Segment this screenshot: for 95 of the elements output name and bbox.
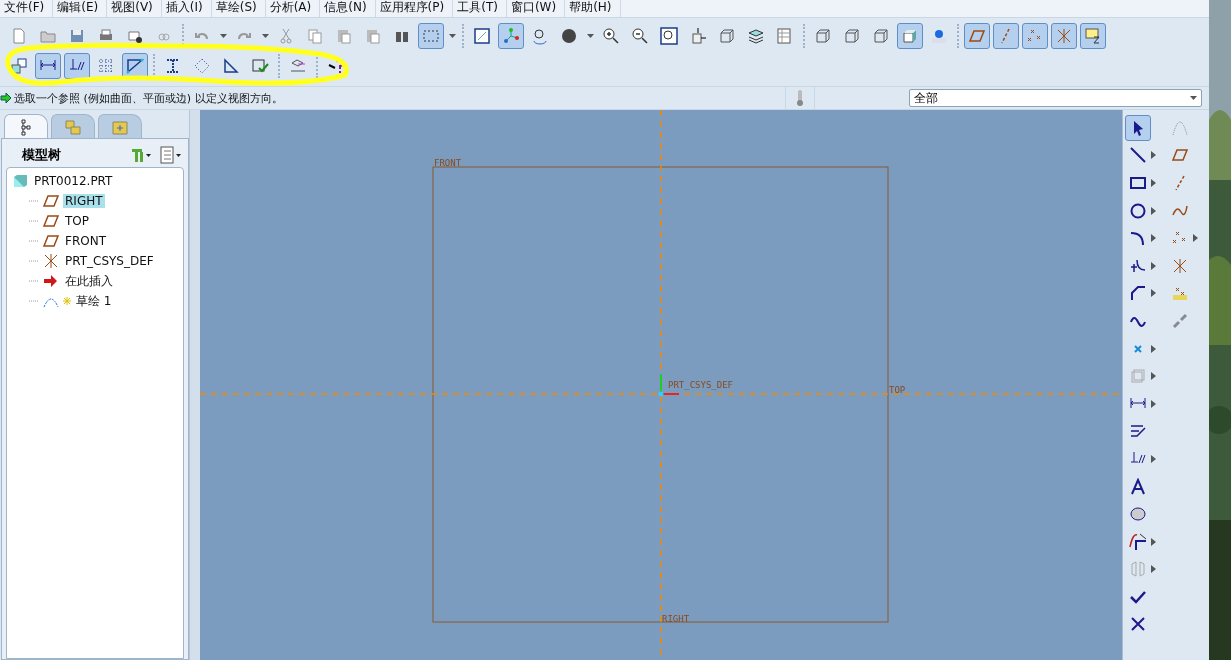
- plane-icon: [968, 27, 986, 45]
- list-icon: [160, 146, 183, 164]
- line-icon: [1129, 146, 1147, 165]
- panel-title: 模型树: [22, 146, 61, 164]
- status-message: 选取一个参照 (例如曲面、平面或边) 以定义视图方向。: [14, 90, 283, 106]
- menu-item[interactable]: 信息(N): [320, 0, 376, 17]
- tree-connector: [29, 300, 39, 302]
- tree-item[interactable]: TOP: [63, 214, 91, 228]
- coordinate-system-icon: [1055, 27, 1073, 45]
- folders-icon: [64, 117, 82, 136]
- menu-item[interactable]: 插入(I): [161, 0, 212, 17]
- menu-item[interactable]: 分析(A): [265, 0, 321, 17]
- dotted-curve-icon: [1171, 118, 1189, 137]
- menu-item[interactable]: 应用程序(P): [375, 0, 454, 17]
- part-icon: [11, 172, 29, 190]
- prompt-arrow-icon: [0, 92, 12, 104]
- coordinate-system-icon: [1171, 256, 1189, 275]
- thermometer-icon: [796, 89, 804, 107]
- text-tool-icon: [1129, 477, 1147, 496]
- clipboard-icon: [335, 27, 353, 45]
- menu-item[interactable]: 文件(F): [0, 0, 54, 17]
- datum-label: TOP: [889, 385, 906, 395]
- tree-item[interactable]: 草绘 1: [74, 292, 114, 310]
- caret-icon: [448, 34, 456, 38]
- sphere-icon: [560, 27, 578, 45]
- view-plane-icon: [473, 27, 491, 45]
- plane-icon: [42, 232, 60, 250]
- copy-icon: [306, 27, 324, 45]
- scissors-icon: [277, 27, 295, 45]
- sketch-tool-button[interactable]: [1125, 114, 1151, 141]
- selection-box-icon: [422, 27, 440, 45]
- tree-connector: [29, 200, 39, 202]
- cube-icon: [718, 27, 736, 45]
- tree-connector: [29, 220, 39, 222]
- filter-dropdown[interactable]: 全部: [909, 89, 1202, 107]
- sketch-setup-icon: [10, 57, 28, 75]
- datum-label: RIGHT: [662, 614, 690, 624]
- tree-item[interactable]: 在此插入: [63, 272, 115, 290]
- zoom-in-icon: [602, 27, 620, 45]
- cube-icon: [843, 27, 861, 45]
- spin-center-icon: [531, 27, 549, 45]
- pin-icon: [930, 27, 948, 45]
- zoom-fit-icon: [660, 27, 678, 45]
- dotted-diamond-icon: [193, 57, 211, 75]
- vertex-icon: [126, 57, 144, 75]
- chain-link-icon: [1171, 311, 1189, 330]
- rectangle-icon: [1129, 174, 1147, 192]
- menu-item[interactable]: 工具(T): [453, 0, 507, 17]
- ruler-icon: [289, 57, 307, 75]
- tree-connector: [29, 280, 39, 282]
- caret-icon: [1190, 96, 1197, 100]
- reorient-icon: [689, 27, 707, 45]
- layers-icon: [747, 27, 765, 45]
- page-icon: [10, 27, 28, 45]
- datum-label: FRONT: [434, 158, 462, 168]
- table-icon: [776, 27, 794, 45]
- mirror-icon: [1129, 560, 1147, 579]
- tree-connector: [29, 240, 39, 242]
- toolbar-button[interactable]: [64, 53, 90, 79]
- plane-icon: [42, 192, 60, 210]
- plane-icon: [42, 212, 60, 230]
- caret-icon: [261, 34, 269, 38]
- chamfer-icon: [1129, 284, 1147, 303]
- circle-icon: [1129, 201, 1147, 220]
- menu-item[interactable]: 编辑(E): [53, 0, 108, 17]
- arc-icon: [1129, 229, 1147, 248]
- tree-item[interactable]: PRT_CSYS_DEF: [63, 254, 156, 268]
- tree-item[interactable]: PRT0012.PRT: [32, 174, 115, 188]
- zoom-out-icon: [631, 27, 649, 45]
- tree-item[interactable]: FRONT: [63, 234, 108, 248]
- tree-item[interactable]: RIGHT: [63, 194, 105, 208]
- caret-icon: [586, 34, 594, 38]
- grid-icon: [97, 57, 115, 75]
- node-graph-icon: [502, 27, 520, 45]
- menu-item[interactable]: 视图(V): [107, 0, 162, 17]
- shaded-cube-icon: [901, 27, 919, 45]
- cube-icon: [814, 27, 832, 45]
- menu-item[interactable]: 窗口(W): [506, 0, 566, 17]
- insert-arrow-icon: [42, 272, 60, 290]
- cube-icon: [872, 27, 890, 45]
- palette-icon: [1129, 505, 1147, 524]
- trim-icon: [1129, 532, 1147, 551]
- menu-item[interactable]: 草绘(S): [211, 0, 266, 17]
- tree-connector: [29, 260, 39, 262]
- note-icon: [1084, 27, 1102, 45]
- datum-label: PRT_CSYS_DEF: [668, 380, 734, 390]
- check-box-icon: [251, 57, 269, 75]
- coordinate-system-icon: [42, 252, 60, 270]
- clipboard-icon: [364, 27, 382, 45]
- tools-icon: [130, 146, 153, 164]
- menu-item[interactable]: 帮助(H): [565, 0, 621, 17]
- offset-icon: [1129, 367, 1147, 386]
- caret-icon: [219, 34, 227, 38]
- triangle-icon: [222, 57, 240, 75]
- panel-tab[interactable]: [4, 114, 48, 138]
